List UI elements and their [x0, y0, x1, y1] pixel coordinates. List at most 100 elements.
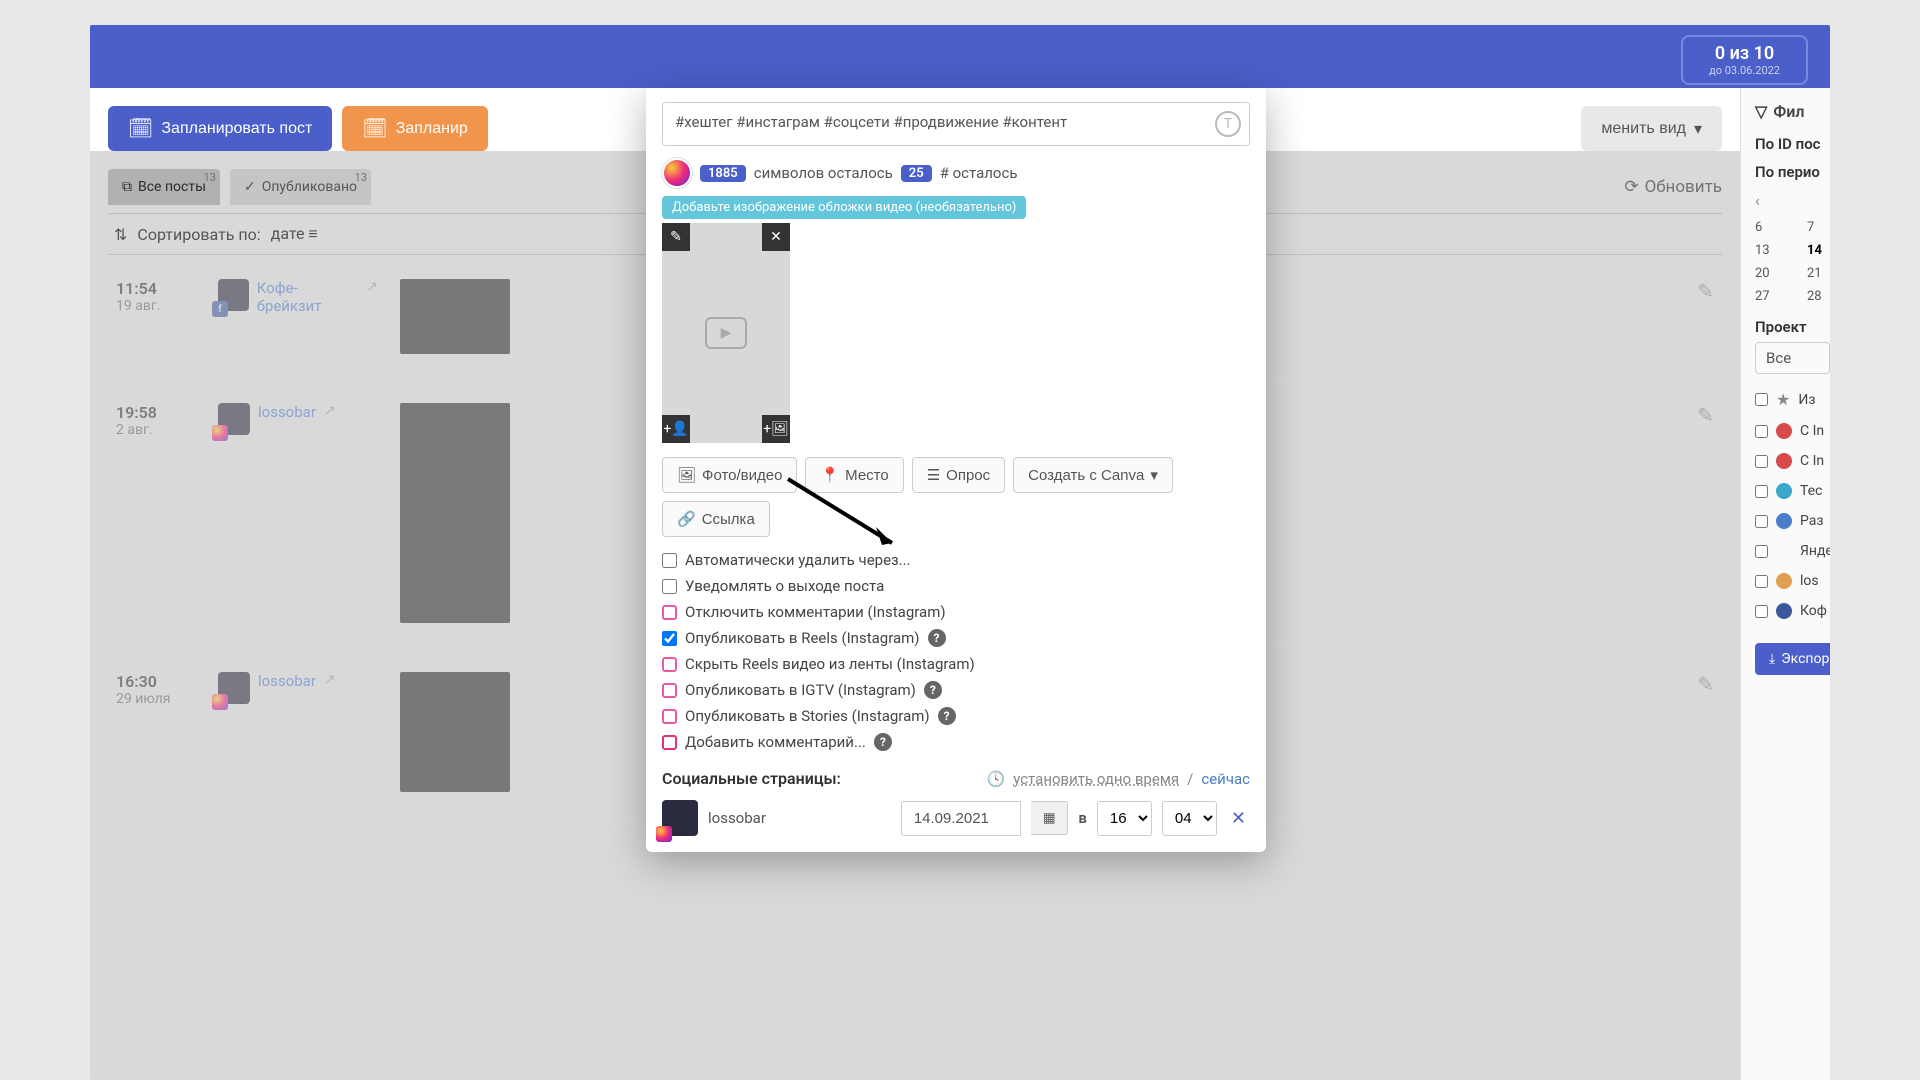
list-item[interactable]: Яндек — [1755, 543, 1830, 559]
hashtag-input[interactable]: #хештег #инстаграм #соцсети #продвижение… — [662, 102, 1250, 146]
now-link[interactable]: сейчас — [1201, 770, 1250, 788]
calendar-day[interactable]: 28 — [1807, 289, 1830, 304]
list-item[interactable]: Раз — [1755, 513, 1830, 529]
option-checkbox[interactable] — [662, 735, 677, 750]
edit-post-button[interactable]: ✎ — [1697, 403, 1714, 427]
add-place-button[interactable]: 📍Место — [805, 457, 903, 493]
list-item[interactable]: С In — [1755, 423, 1830, 439]
calendar-grid[interactable]: 6 7 13 14 20 21 27 28 — [1755, 220, 1830, 304]
project-select[interactable]: Все — [1755, 342, 1830, 374]
edit-post-button[interactable]: ✎ — [1697, 672, 1714, 696]
minute-select[interactable]: 04 — [1162, 801, 1217, 836]
option-label: Опубликовать в IGTV (Instagram) — [685, 681, 916, 699]
star-icon: ★ — [1776, 390, 1790, 409]
cover-hint-button[interactable]: Добавьте изображение обложки видео (необ… — [662, 196, 1026, 219]
help-icon[interactable]: ? — [938, 707, 956, 725]
list-item[interactable]: los — [1755, 573, 1830, 589]
export-button[interactable]: ⤓ Экспор — [1755, 643, 1830, 675]
filter-checkbox[interactable] — [1755, 455, 1768, 468]
option-checkbox[interactable] — [662, 579, 677, 594]
option-label: Уведомлять о выходе поста — [685, 577, 884, 595]
compose-modal: #хештег #инстаграм #соцсети #продвижение… — [646, 88, 1266, 852]
refresh-button[interactable]: ⟳ Обновить — [1624, 177, 1722, 197]
option-checkbox[interactable] — [662, 631, 677, 646]
post-thumbnail — [400, 403, 510, 623]
option-row[interactable]: Опубликовать в Reels (Instagram)? — [662, 629, 1250, 647]
tag-people-button[interactable]: +👤 — [662, 415, 690, 443]
edit-post-button[interactable]: ✎ — [1697, 279, 1714, 303]
calendar-day[interactable]: 13 — [1755, 243, 1787, 258]
option-row[interactable]: Уведомлять о выходе поста — [662, 577, 1250, 595]
option-row[interactable]: Опубликовать в Stories (Instagram)? — [662, 707, 1250, 725]
canva-button[interactable]: Создать с Canva ▾ — [1013, 457, 1173, 493]
filter-title: ▽ Фил — [1755, 102, 1830, 121]
calendar-day[interactable]: 20 — [1755, 266, 1787, 281]
filter-checkbox[interactable] — [1755, 485, 1768, 498]
account-link[interactable]: Кофе-брейкзит — [257, 279, 359, 315]
calendar-day[interactable]: 21 — [1807, 266, 1830, 281]
calendar-day[interactable]: 27 — [1755, 289, 1787, 304]
date-picker-button[interactable]: ▦ — [1031, 801, 1069, 835]
sort-value[interactable]: дате ≡ — [271, 224, 318, 244]
post-thumbnail — [400, 672, 510, 792]
help-icon[interactable]: ? — [874, 733, 892, 751]
help-icon[interactable]: ? — [924, 681, 942, 699]
schedule-post-button[interactable]: 🗓 Запланировать пост — [108, 106, 332, 151]
list-item[interactable]: Коф — [1755, 603, 1830, 619]
play-icon[interactable]: ▶ — [705, 317, 747, 349]
option-row[interactable]: Опубликовать в IGTV (Instagram)? — [662, 681, 1250, 699]
funnel-icon: ▽ — [1755, 102, 1767, 121]
filter-checkbox[interactable] — [1755, 515, 1768, 528]
filter-checkbox[interactable] — [1755, 425, 1768, 438]
option-checkbox[interactable] — [662, 709, 677, 724]
option-row[interactable]: Отключить комментарии (Instagram) — [662, 603, 1250, 621]
option-checkbox[interactable] — [662, 657, 677, 672]
option-row[interactable]: Скрыть Reels видео из ленты (Instagram) — [662, 655, 1250, 673]
account-name: lossobar — [708, 809, 891, 827]
add-photo-button[interactable]: 🖼Фото/видео — [662, 457, 797, 493]
option-row[interactable]: Добавить комментарий...? — [662, 733, 1250, 751]
calendar-prev-button[interactable]: ‹ — [1755, 191, 1830, 210]
list-item[interactable]: ★Из — [1755, 390, 1830, 409]
list-item[interactable]: С In — [1755, 453, 1830, 469]
video-thumbnail: ✎ ✕ ▶ +👤 +🖼 — [662, 223, 790, 443]
calendar-day[interactable]: 7 — [1807, 220, 1830, 235]
list-item[interactable]: Тес — [1755, 483, 1830, 499]
filter-checkbox[interactable] — [1755, 575, 1768, 588]
text-tool-icon[interactable]: T — [1215, 111, 1241, 137]
calendar-day[interactable]: 6 — [1755, 220, 1787, 235]
sort-label: Сортировать по: — [137, 225, 260, 244]
account-link[interactable]: lossobar — [258, 403, 316, 421]
hour-select[interactable]: 16 — [1097, 801, 1152, 836]
set-single-time-link[interactable]: установить одно время — [1013, 770, 1179, 788]
account-link[interactable]: lossobar — [258, 672, 316, 690]
project-label: Проект — [1755, 318, 1830, 336]
edit-media-button[interactable]: ✎ — [662, 223, 690, 251]
filter-checkbox[interactable] — [1755, 393, 1768, 406]
filter-checkbox[interactable] — [1755, 605, 1768, 618]
help-icon[interactable]: ? — [928, 629, 946, 647]
option-label: Опубликовать в Stories (Instagram) — [685, 707, 930, 725]
option-checkbox[interactable] — [662, 553, 677, 568]
instagram-icon — [212, 694, 228, 710]
filter-by-period-label: По перио — [1755, 163, 1830, 181]
schedule-orange-button[interactable]: 🗓 Запланир — [342, 106, 488, 151]
option-checkbox[interactable] — [662, 683, 677, 698]
filter-checkbox[interactable] — [1755, 545, 1768, 558]
remove-media-button[interactable]: ✕ — [762, 223, 790, 251]
add-poll-button[interactable]: ☰Опрос — [912, 457, 1005, 493]
option-row[interactable]: Автоматически удалить через... — [662, 551, 1250, 569]
color-dot-icon — [1776, 603, 1792, 619]
change-view-button[interactable]: менить вид ▾ — [1581, 106, 1722, 151]
add-link-button[interactable]: 🔗Ссылка — [662, 501, 770, 537]
option-checkbox[interactable] — [662, 605, 677, 620]
social-pages-label: Социальные страницы: — [662, 769, 841, 788]
tab-all-posts[interactable]: ⧉ Все посты 13 — [108, 169, 220, 205]
caret-down-icon: ▾ — [1150, 466, 1158, 484]
tab-published[interactable]: ✓ Опубликовано 13 — [230, 169, 371, 205]
calendar-icon: ▦ — [1043, 810, 1056, 825]
add-image-button[interactable]: +🖼 — [762, 415, 790, 443]
date-input[interactable] — [901, 801, 1021, 836]
calendar-day[interactable]: 14 — [1807, 243, 1830, 258]
remove-schedule-button[interactable]: ✕ — [1227, 808, 1250, 829]
